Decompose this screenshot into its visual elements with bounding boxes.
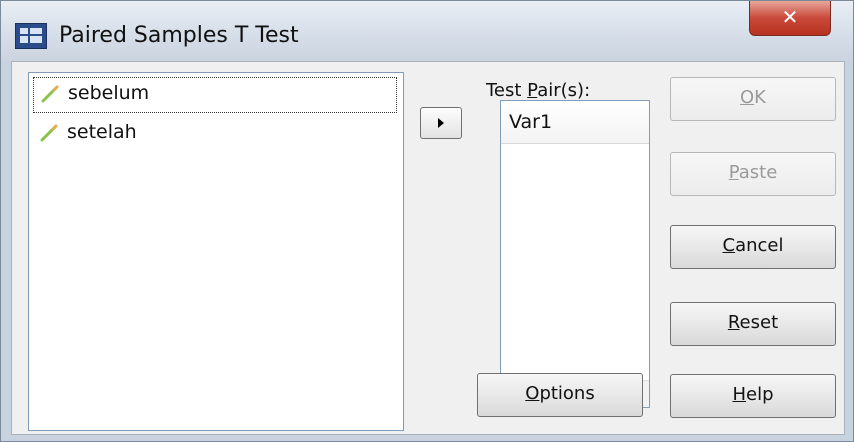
source-variable-list[interactable]: sebelum setelah [28, 72, 404, 431]
list-item-sebelum[interactable]: sebelum [33, 77, 397, 113]
options-button[interactable]: Options [477, 373, 643, 417]
spss-app-icon [15, 23, 47, 49]
variable-label: setelah [67, 121, 137, 143]
cancel-button[interactable]: Cancel [670, 225, 836, 269]
close-button[interactable]: ✕ [749, 1, 831, 36]
column-header-var1[interactable]: Var1 [501, 101, 649, 144]
dialog-body: sebelum setelah Test Pair(s): Var1 OK Pa… [11, 61, 845, 435]
test-pairs-list[interactable]: Var1 [500, 100, 650, 408]
list-item-setelah[interactable]: setelah [33, 117, 395, 151]
title-bar: Paired Samples T Test ✕ [1, 1, 853, 61]
ok-button[interactable]: OK [670, 77, 836, 121]
paste-button[interactable]: Paste [670, 152, 836, 196]
test-pairs-label: Test Pair(s): [486, 80, 591, 101]
scale-pencil-icon [40, 124, 58, 142]
arrow-right-icon [438, 118, 444, 128]
reset-button[interactable]: Reset [670, 302, 836, 346]
variable-label: sebelum [68, 82, 150, 104]
window-title: Paired Samples T Test [59, 23, 299, 48]
dialog-window: Paired Samples T Test ✕ sebelum setelah [0, 0, 854, 442]
close-icon: ✕ [781, 5, 799, 29]
scale-pencil-icon [41, 85, 59, 103]
move-to-pairs-button[interactable] [420, 107, 462, 139]
help-button[interactable]: Help [670, 374, 836, 418]
